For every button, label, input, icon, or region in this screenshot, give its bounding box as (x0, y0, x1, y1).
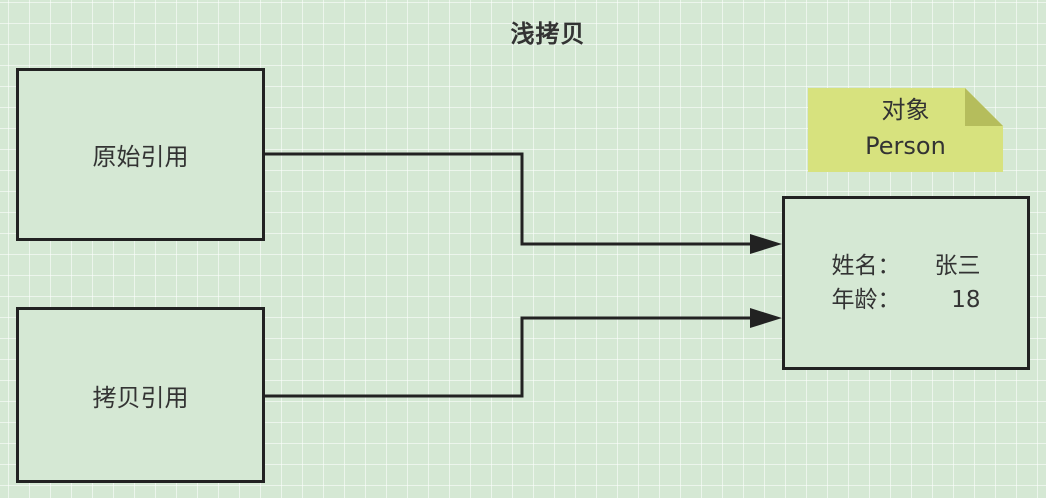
name-field-label: 姓名： (831, 253, 901, 279)
note-line-1: 对象 (881, 96, 930, 124)
connector-original-to-person (265, 152, 752, 246)
original-reference-box[interactable]: 原始引用 (16, 68, 265, 241)
arrowhead-original (750, 234, 782, 254)
arrowhead-copy (750, 308, 782, 328)
original-reference-label: 原始引用 (92, 143, 189, 171)
object-note: 对象 Person (808, 88, 1003, 172)
copy-reference-box[interactable]: 拷贝引用 (16, 307, 265, 483)
age-field-value: 18 (951, 287, 981, 313)
person-object-box[interactable]: 姓名： 张三 年龄： 18 (782, 196, 1030, 370)
age-field-label: 年龄： (831, 287, 901, 313)
name-field-value: 张三 (934, 253, 981, 279)
connector-copy-to-person (265, 316, 752, 398)
note-line-2: Person (865, 132, 946, 160)
copy-reference-label: 拷贝引用 (92, 383, 189, 412)
